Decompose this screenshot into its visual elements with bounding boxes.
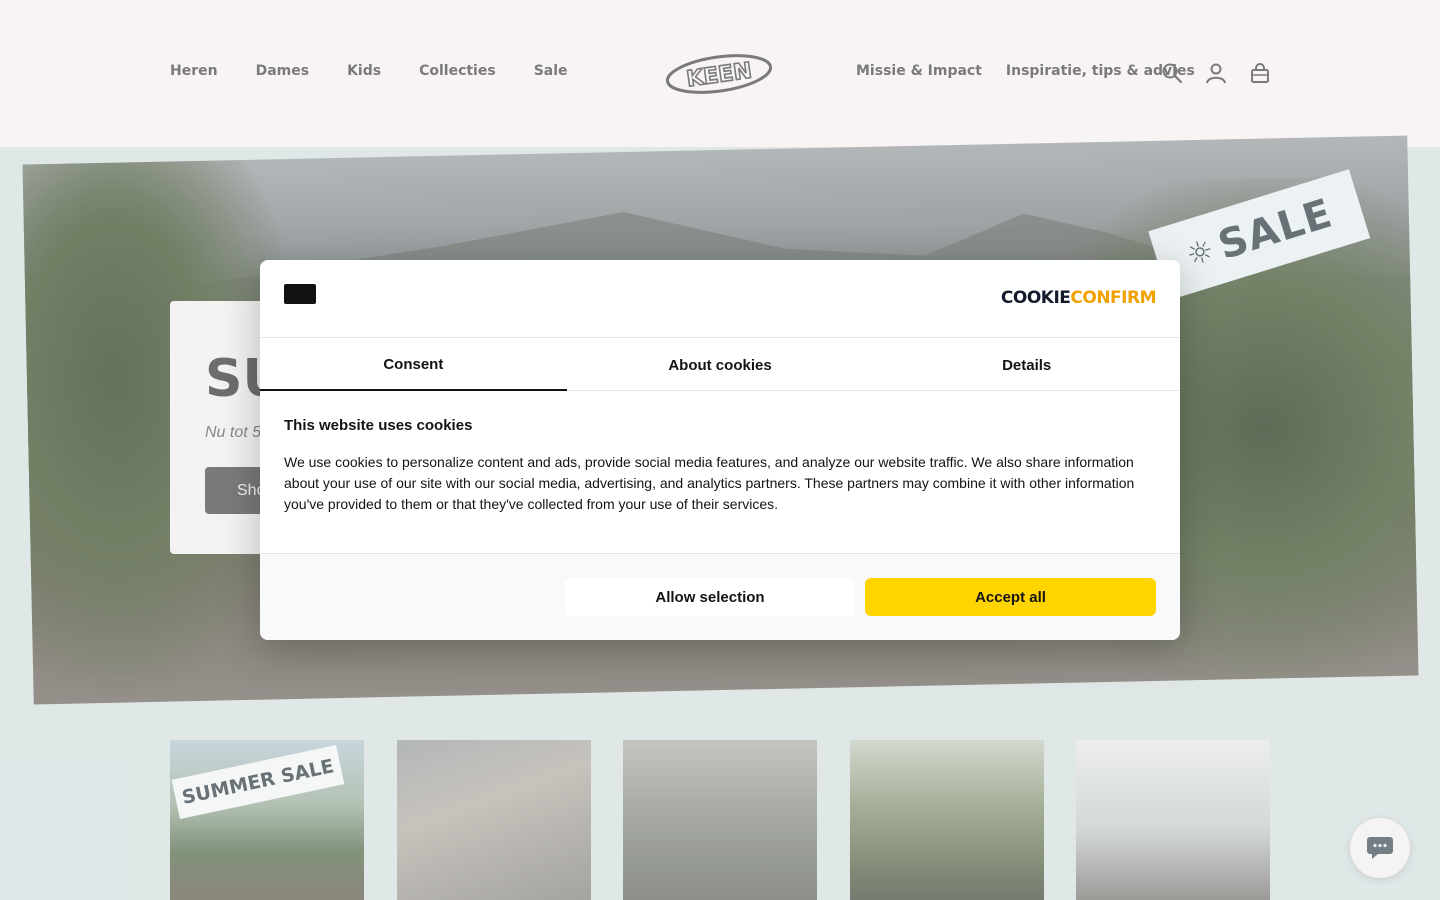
dialog-tabs: Consent About cookies Details bbox=[260, 339, 1180, 391]
tab-consent[interactable]: Consent bbox=[260, 339, 567, 391]
brand-part2: CONFIRM bbox=[1070, 288, 1156, 308]
dialog-body-text: We use cookies to personalize content an… bbox=[284, 454, 1135, 512]
dialog-title: This website uses cookies bbox=[284, 417, 473, 434]
allow-selection-button[interactable]: Allow selection bbox=[565, 578, 855, 616]
site-logo-small bbox=[284, 284, 316, 304]
dialog-footer: Allow selection Accept all bbox=[260, 553, 1180, 640]
tab-details[interactable]: Details bbox=[873, 339, 1180, 391]
brand-part1: COOKIE bbox=[1000, 288, 1071, 308]
cookieconfirm-logo: COOKIECONFIRM bbox=[1000, 288, 1157, 308]
dialog-header: COOKIECONFIRM bbox=[260, 260, 1180, 338]
accept-all-button[interactable]: Accept all bbox=[865, 578, 1156, 616]
cookie-dialog: COOKIECONFIRM Consent About cookies Deta… bbox=[260, 260, 1180, 640]
tab-about-cookies[interactable]: About cookies bbox=[567, 339, 874, 391]
